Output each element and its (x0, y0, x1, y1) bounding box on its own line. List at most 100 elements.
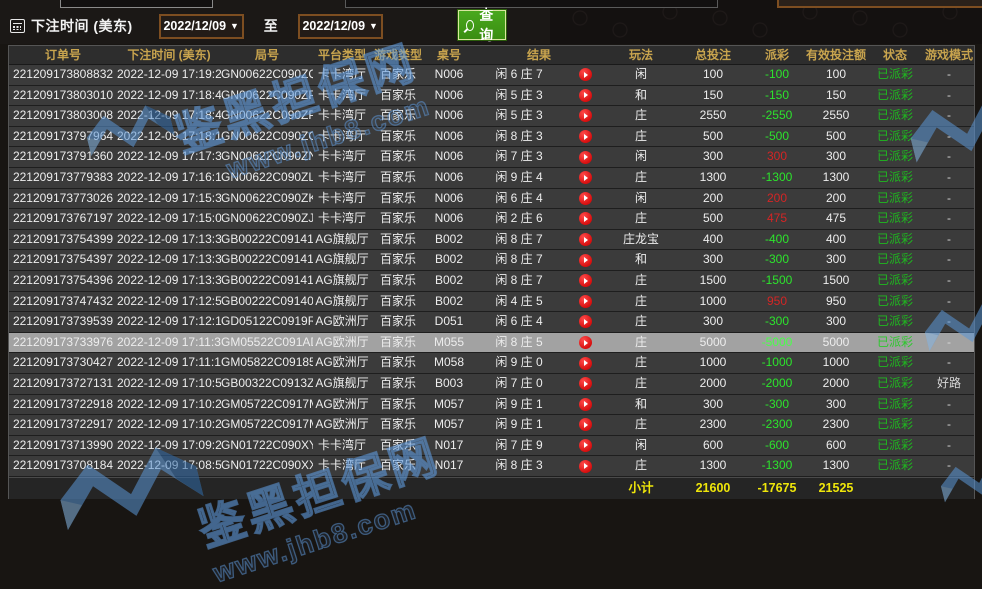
cell-replay (565, 106, 605, 126)
cell-total-bet: 400 (677, 230, 749, 250)
cell-game-mode: - (923, 415, 975, 435)
replay-icon[interactable] (579, 254, 592, 267)
cell-order-number: 221209173708184 (9, 456, 117, 476)
play-triangle-icon (584, 340, 588, 346)
cell-status: 已派彩 (867, 271, 923, 291)
cropped-input-field-1[interactable] (60, 0, 213, 8)
table-row[interactable]: 221209173708184 2022-12-09 17:08:51 GN01… (9, 456, 974, 477)
cropped-input-field-3[interactable] (777, 0, 982, 8)
cell-total-bet: 300 (677, 312, 749, 332)
cell-round-number: GN00622C090ZJ (221, 209, 313, 229)
calendar-icon (10, 19, 25, 33)
replay-icon[interactable] (579, 357, 592, 370)
replay-icon[interactable] (579, 212, 592, 225)
replay-icon[interactable] (579, 274, 592, 287)
cell-play-type: 庄 (605, 374, 677, 394)
table-row[interactable]: 221209173739539 2022-12-09 17:12:10 GD05… (9, 312, 974, 333)
replay-icon[interactable] (579, 171, 592, 184)
cell-play-type: 和 (605, 395, 677, 415)
cell-valid-bet: 100 (805, 65, 867, 85)
cell-bet-time: 2022-12-09 17:13:37 (117, 271, 221, 291)
table-row[interactable]: 221209173730427 2022-12-09 17:11:13 GM05… (9, 353, 974, 374)
replay-icon[interactable] (579, 68, 592, 81)
replay-icon[interactable] (579, 418, 592, 431)
cell-round-number: GB00222C09141 (221, 230, 313, 250)
cell-round-number: GB00222C09140 (221, 292, 313, 312)
cell-valid-bet: 300 (805, 250, 867, 270)
cell-payout: -1300 (749, 456, 805, 476)
cell-order-number: 221209173808832 (9, 65, 117, 85)
table-row[interactable]: 221209173754397 2022-12-09 17:13:37 GB00… (9, 250, 974, 271)
cell-valid-bet: 2550 (805, 106, 867, 126)
replay-icon[interactable] (579, 315, 592, 328)
table-row[interactable]: 221209173713990 2022-12-09 17:09:26 GN01… (9, 436, 974, 457)
replay-icon[interactable] (579, 295, 592, 308)
replay-icon[interactable] (579, 151, 592, 164)
cell-payout: -1000 (749, 353, 805, 373)
table-row[interactable]: 221209173754396 2022-12-09 17:13:37 GB00… (9, 271, 974, 292)
cell-order-number: 221209173730427 (9, 353, 117, 373)
table-row[interactable]: 221209173803008 2022-12-09 17:18:46 GN00… (9, 106, 974, 127)
replay-icon[interactable] (579, 439, 592, 452)
table-row[interactable]: 221209173791360 2022-12-09 17:17:33 GN00… (9, 147, 974, 168)
cell-replay (565, 333, 605, 353)
cell-round-number: GN00622C090ZK (221, 189, 313, 209)
cell-game-mode: - (923, 395, 975, 415)
cell-round-number: GM05822C09185 (221, 353, 313, 373)
replay-icon[interactable] (579, 398, 592, 411)
table-row[interactable]: 221209173803010 2022-12-09 17:18:46 GN00… (9, 86, 974, 107)
table-row[interactable]: 221209173727131 2022-12-09 17:10:52 GB00… (9, 374, 974, 395)
play-triangle-icon (584, 237, 588, 243)
cell-game-type: 百家乐 (371, 292, 425, 312)
table-row[interactable]: 221209173779383 2022-12-09 17:16:16 GN00… (9, 168, 974, 189)
table-header-row: 订单号下注时间 (美东)局号平台类型游戏类型桌号结果玩法总投注派彩有效投注额状态… (9, 46, 974, 65)
cell-status: 已派彩 (867, 127, 923, 147)
subtotal-row: 小计 21600 -17675 21525 (9, 477, 974, 499)
cell-play-type: 庄 (605, 168, 677, 188)
cell-platform-type: AG旗舰厅 (313, 271, 371, 291)
cell-valid-bet: 475 (805, 209, 867, 229)
cell-table-number: M058 (425, 353, 473, 373)
date-to-select[interactable]: 2022/12/09 ▼ (298, 14, 383, 39)
date-from-select[interactable]: 2022/12/09 ▼ (159, 14, 244, 39)
cell-order-number: 221209173797964 (9, 127, 117, 147)
cell-bet-time: 2022-12-09 17:10:52 (117, 374, 221, 394)
table-row[interactable]: 221209173747432 2022-12-09 17:12:56 GB00… (9, 292, 974, 313)
replay-icon[interactable] (579, 89, 592, 102)
top-filter-bar: 下注时间 (美东) 2022/12/09 ▼ 至 2022/12/09 ▼ 查询 (0, 0, 982, 44)
cell-valid-bet: 500 (805, 127, 867, 147)
query-button[interactable]: 查询 (458, 10, 506, 40)
play-triangle-icon (584, 463, 588, 469)
cell-play-type: 庄 (605, 271, 677, 291)
table-row[interactable]: 221209173722917 2022-12-09 17:10:24 GM05… (9, 415, 974, 436)
table-row[interactable]: 221209173773026 2022-12-09 17:15:39 GN00… (9, 189, 974, 210)
cell-result: 闲 8 庄 5 (473, 333, 565, 353)
cell-game-type: 百家乐 (371, 333, 425, 353)
bet-time-filter-label: 下注时间 (美东) (31, 16, 133, 36)
cell-total-bet: 5000 (677, 333, 749, 353)
replay-icon[interactable] (579, 460, 592, 473)
replay-icon[interactable] (579, 233, 592, 246)
table-row[interactable]: 221209173754399 2022-12-09 17:13:37 GB00… (9, 230, 974, 251)
cell-platform-type: AG欧洲厅 (313, 395, 371, 415)
cell-order-number: 221209173803008 (9, 106, 117, 126)
replay-icon[interactable] (579, 192, 592, 205)
cell-game-type: 百家乐 (371, 374, 425, 394)
cell-game-mode: - (923, 189, 975, 209)
table-row[interactable]: 221209173733976 2022-12-09 17:11:37 GM05… (9, 333, 974, 354)
replay-icon[interactable] (579, 377, 592, 390)
replay-icon[interactable] (579, 130, 592, 143)
replay-icon[interactable] (579, 336, 592, 349)
cell-platform-type: 卡卡湾厅 (313, 189, 371, 209)
cell-replay (565, 65, 605, 85)
column-header: 派彩 (749, 46, 805, 64)
table-row[interactable]: 221209173767197 2022-12-09 17:15:01 GN00… (9, 209, 974, 230)
play-triangle-icon (584, 298, 588, 304)
cell-valid-bet: 1000 (805, 353, 867, 373)
replay-icon[interactable] (579, 109, 592, 122)
table-row[interactable]: 221209173797964 2022-12-09 17:18:14 GN00… (9, 127, 974, 148)
table-row[interactable]: 221209173722918 2022-12-09 17:10:24 GM05… (9, 395, 974, 416)
cropped-input-field-2[interactable] (345, 0, 718, 8)
table-row[interactable]: 221209173808832 2022-12-09 17:19:26 GN00… (9, 65, 974, 86)
play-triangle-icon (584, 92, 588, 98)
